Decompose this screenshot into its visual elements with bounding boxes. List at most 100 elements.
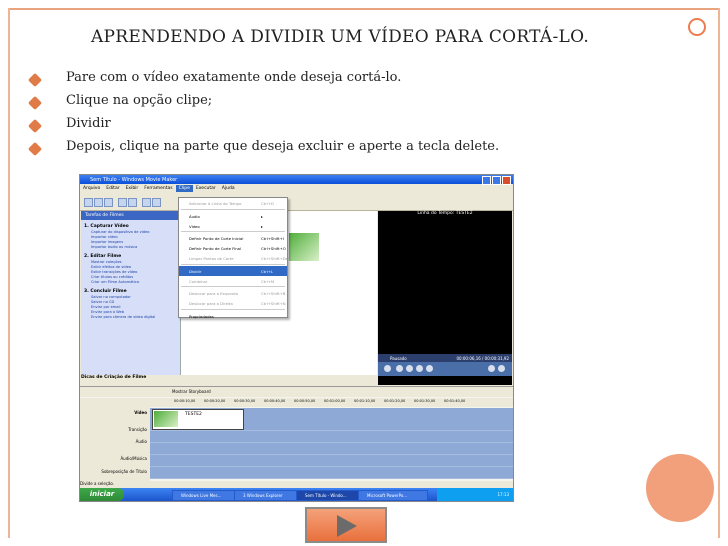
play-triangle-icon [337, 515, 357, 537]
clip-thumbnail [154, 411, 178, 427]
tasks-icon[interactable] [142, 198, 151, 207]
decor-circle-top [688, 18, 706, 36]
bullet-list: Pare com o vídeo exatamente onde deseja … [26, 70, 499, 162]
bullet-item: Dividir [26, 116, 499, 136]
menu-item[interactable]: Deslocar para a Direita Ctrl+Shift+N [179, 298, 287, 308]
bullet-diamond-icon [27, 95, 43, 111]
menu-item[interactable]: Áudio ▸ [179, 211, 287, 221]
menu-separator [181, 263, 285, 265]
new-icon[interactable] [84, 198, 93, 207]
taskbar-item[interactable]: 3 Windows Explorer [234, 490, 304, 501]
track-audio: Áudio [135, 439, 147, 444]
transition-track[interactable] [150, 431, 513, 443]
taskbar-item[interactable]: Sem Título - Windo... [296, 490, 366, 501]
clip-context-menu: Adicionar à Linha do Tempo Ctrl+D Áudio ▸ … [178, 197, 289, 321]
movie-tasks-pane: Tarefas de Filmes 1. Capturar Vídeo Capt… [81, 211, 181, 375]
start-button[interactable]: iniciar [80, 488, 124, 501]
tips-header[interactable]: Dicas de Criação de Filme [81, 375, 377, 385]
section-capture: 1. Capturar Vídeo [84, 224, 129, 229]
music-track[interactable] [150, 455, 513, 467]
save-icon[interactable] [104, 198, 113, 207]
minimize-icon[interactable] [482, 176, 491, 185]
system-tray: 17:13 [437, 488, 513, 501]
task-link[interactable]: Criar um Filme Automático [91, 280, 180, 285]
ruler-tick: 00:00:40,00 [264, 399, 286, 403]
timeline-pane: Mostrar Storyboard Vídeo Transição Áudio… [80, 386, 513, 481]
next-slide-button[interactable] [305, 507, 387, 543]
ruler-tick: 00:00:30,00 [234, 399, 256, 403]
status-bar: Divide a seleção. [80, 481, 513, 488]
snapshot-icon[interactable] [498, 365, 505, 372]
clip-thumbnail[interactable] [289, 233, 319, 261]
storyboard-toggle[interactable]: Mostrar Storyboard [172, 389, 211, 394]
section-edit: 2. Editar Filme [84, 254, 122, 259]
menu-ajuda[interactable]: Ajuda [219, 185, 238, 192]
bullet-diamond-icon [27, 118, 43, 134]
track-title-overlay: Sobreposição de Título [101, 469, 147, 474]
taskbar-item[interactable]: Microsoft PowerPo... [358, 490, 428, 501]
menu-item[interactable]: Combinar Ctrl+M [179, 276, 287, 286]
ruler-tick: 00:01:40,00 [444, 399, 466, 403]
ruler-tick: 00:01:10,00 [354, 399, 376, 403]
slide-frame-top [8, 8, 720, 10]
toolbar [80, 194, 513, 211]
window-titlebar: Sem Título - Windows Movie Maker [80, 175, 513, 185]
timeline-ruler[interactable]: 00:00:10,00 00:00:20,00 00:00:30,00 00:0… [150, 398, 513, 407]
decor-circle-big [646, 454, 714, 522]
menu-item[interactable]: Definir Ponto de Corte Inicial Ctrl+Shift… [179, 233, 287, 243]
movie-maker-screenshot: Sem Título - Windows Movie Maker Arquivo… [79, 174, 514, 502]
bullet-diamond-icon [27, 141, 43, 157]
preview-controls [378, 362, 512, 376]
menu-item[interactable]: Propriedades [179, 311, 287, 321]
track-transition: Transição [128, 427, 147, 432]
tasks-header: Tarefas de Filmes [81, 211, 180, 220]
track-music: Áudio/Música [120, 456, 147, 461]
menu-item[interactable]: Deslocar para a Esquerda Ctrl+Shift+B [179, 288, 287, 298]
taskbar-item[interactable]: Windows Live Mes... [172, 490, 242, 501]
bullet-item: Clique na opção clipe; [26, 93, 499, 113]
section-finish: 3. Concluir Filme [84, 289, 127, 294]
previous-frame-icon[interactable] [406, 365, 413, 372]
bullet-item: Pare com o vídeo exatamente onde deseja … [26, 70, 499, 90]
collections-icon[interactable] [152, 198, 161, 207]
menu-clipe[interactable]: Clipe [175, 185, 193, 192]
ruler-tick: 00:01:20,00 [384, 399, 406, 403]
ruler-tick: 00:00:50,00 [294, 399, 316, 403]
menu-item[interactable]: Vídeo ▸ [179, 221, 287, 231]
menu-item-dividir[interactable]: Dividir Ctrl+L [179, 265, 287, 276]
menu-separator [181, 231, 285, 233]
open-icon[interactable] [94, 198, 103, 207]
play-icon[interactable] [384, 365, 391, 372]
task-link[interactable]: Enviar para câmera de vídeo digital [91, 315, 180, 320]
slide-frame-left [8, 8, 10, 538]
menu-item[interactable]: Definir Ponto de Corte Final Ctrl+Shift+O [179, 243, 287, 253]
audio-track[interactable] [150, 443, 513, 455]
preview-status-bar: Pausado 00:00:06,16 / 00:00:31,92 [378, 354, 512, 362]
stop-icon[interactable] [396, 365, 403, 372]
menu-item[interactable]: Adicionar à Linha do Tempo Ctrl+D [179, 198, 287, 208]
menu-item[interactable]: Limpar Pontos de Corte Ctrl+Shift+Del [179, 253, 289, 263]
menu-executar[interactable]: Executar [193, 185, 219, 192]
fullscreen-icon[interactable] [426, 365, 433, 372]
menu-arquivo[interactable]: Arquivo [80, 185, 103, 192]
slide-frame-right [718, 8, 720, 538]
close-icon[interactable] [502, 176, 511, 185]
preview-header: Linha do Tempo: TESTE2 [417, 211, 473, 216]
maximize-icon[interactable] [492, 176, 501, 185]
menu-ferramentas[interactable]: Ferramentas [141, 185, 175, 192]
timeline-toolbar: Mostrar Storyboard [80, 387, 513, 397]
next-frame-icon[interactable] [416, 365, 423, 372]
menu-editar[interactable]: Editar [103, 185, 122, 192]
menu-exibir[interactable]: Exibir [123, 185, 142, 192]
split-icon[interactable] [488, 365, 495, 372]
bullet-item: Depois, clique na parte que deseja exclu… [26, 139, 499, 159]
menu-separator [181, 286, 285, 288]
timeline-clip[interactable]: TESTE2 [152, 409, 244, 430]
task-link[interactable]: Importar áudio ou música [91, 245, 180, 250]
undo-icon[interactable] [118, 198, 127, 207]
title-overlay-track[interactable] [150, 467, 513, 479]
ruler-tick: 00:01:30,00 [414, 399, 436, 403]
redo-icon[interactable] [128, 198, 137, 207]
preview-time: 00:00:06,16 / 00:00:31,92 [456, 356, 509, 361]
preview-status: Pausado [390, 356, 407, 361]
